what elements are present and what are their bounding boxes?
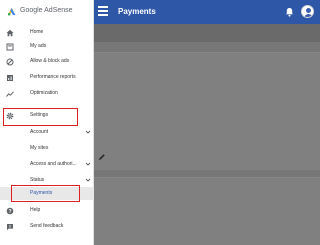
block-icon <box>6 58 14 66</box>
sidebar: Google AdSense Home My ads Allow & block… <box>0 0 94 245</box>
home-icon <box>6 29 14 37</box>
content-card <box>94 177 320 245</box>
sub-header <box>94 24 320 42</box>
reports-icon <box>7 75 13 81</box>
sidebar-item-label: Performance reports <box>30 74 76 80</box>
sidebar-item-label: My ads <box>30 43 47 49</box>
sidebar-item-label: Access and authori... <box>30 161 77 167</box>
sidebar-item-label: Home <box>30 29 44 35</box>
menu-icon[interactable] <box>98 6 110 18</box>
app-header: Payments <box>94 0 320 24</box>
sidebar-item-label: Help <box>30 207 41 213</box>
sidebar-item-label: Optimization <box>30 90 58 96</box>
help-icon: ? <box>6 207 14 215</box>
adsense-logo-icon <box>7 8 16 16</box>
sidebar-item-label: Send feedback <box>30 223 64 229</box>
ads-icon <box>6 43 14 51</box>
sidebar-item-performance-reports[interactable]: Performance reports <box>0 71 94 85</box>
sidebar-item-label: Status <box>30 177 45 183</box>
sidebar-item-optimization[interactable]: Optimization <box>0 87 94 101</box>
main-area: Payments <box>94 0 320 245</box>
bell-icon[interactable] <box>285 7 294 17</box>
chevron-down-icon[interactable] <box>85 129 91 135</box>
sidebar-item-help[interactable]: ? Help <box>0 204 94 218</box>
pencil-icon[interactable] <box>98 153 106 161</box>
avatar-icon[interactable] <box>301 5 314 18</box>
svg-text:?: ? <box>8 209 11 215</box>
brand-name: Google AdSense <box>20 7 73 14</box>
sidebar-item-send-feedback[interactable]: Send feedback <box>0 220 94 234</box>
sidebar-item-label: Allow & block ads <box>30 58 70 64</box>
sidebar-item-label: My sites <box>30 145 49 151</box>
trend-icon <box>6 91 14 97</box>
highlight-box-payments <box>11 185 80 202</box>
sidebar-item-account[interactable]: Account <box>0 126 94 140</box>
highlight-box-settings <box>3 108 78 126</box>
sidebar-item-allow-block-ads[interactable]: Allow & block ads <box>0 55 94 69</box>
chevron-down-icon[interactable] <box>85 161 91 167</box>
sidebar-item-my-sites[interactable]: My sites <box>0 142 94 156</box>
brand[interactable]: Google AdSense <box>0 0 94 24</box>
chevron-down-icon[interactable] <box>85 177 91 183</box>
sidebar-item-home[interactable]: Home <box>0 26 94 40</box>
sidebar-item-label: Account <box>30 129 49 135</box>
feedback-icon <box>7 224 13 231</box>
sidebar-item-access-authorization[interactable]: Access and authori... <box>0 158 94 172</box>
page-title: Payments <box>118 7 156 16</box>
content-card <box>94 52 320 170</box>
sidebar-item-my-ads[interactable]: My ads <box>0 40 94 54</box>
